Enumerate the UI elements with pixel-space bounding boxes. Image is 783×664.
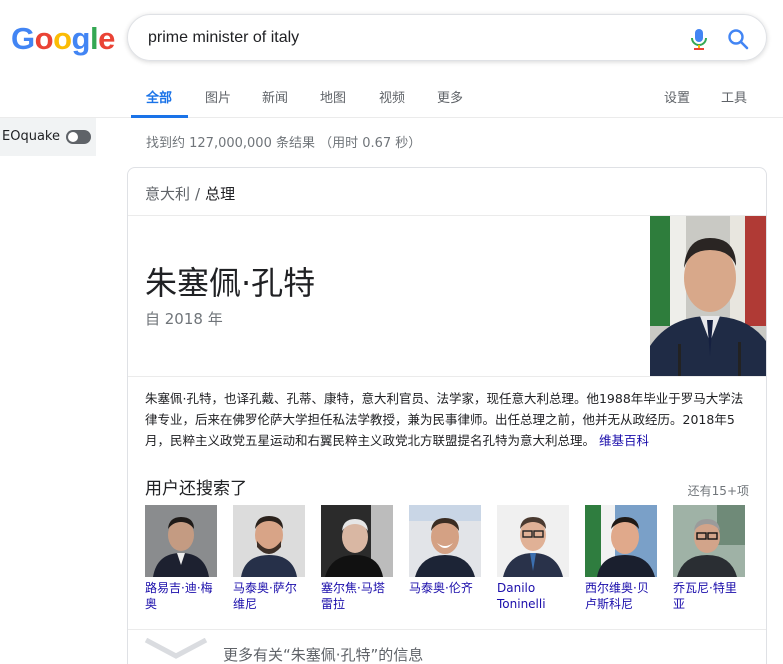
person-name[interactable]: 路易吉·迪·梅奥: [145, 580, 217, 612]
eoquake-plugin: EOquake: [0, 118, 96, 156]
toggle-knob: [68, 132, 78, 142]
logo-letter: G: [11, 21, 35, 56]
divider: [128, 629, 766, 630]
person-name[interactable]: 塞尔焦·马塔雷拉: [321, 580, 393, 612]
divider: [128, 376, 766, 377]
tab-all[interactable]: 全部: [146, 87, 172, 106]
tab-videos[interactable]: 视频: [379, 87, 405, 106]
person-photo: [409, 505, 481, 577]
breadcrumb: 意大利 / 总理: [145, 183, 235, 204]
tab-maps[interactable]: 地图: [320, 87, 346, 106]
eoquake-label: EOquake: [2, 129, 60, 144]
breadcrumb-parent[interactable]: 意大利: [145, 185, 190, 203]
person-photo: [673, 505, 745, 577]
tab-more[interactable]: 更多: [437, 87, 463, 106]
related-person[interactable]: 西尔维奥·贝卢斯科尼: [585, 505, 657, 612]
tab-settings[interactable]: 设置: [664, 87, 690, 106]
search-input[interactable]: [148, 27, 668, 49]
related-person[interactable]: 乔瓦尼·特里亚: [673, 505, 745, 612]
logo-letter: o: [53, 21, 72, 56]
entity-description: 朱塞佩·孔特，也译孔戴、孔蒂、康特，意大利官员、法学家，现任意大利总理。他198…: [145, 388, 751, 451]
microphone-icon[interactable]: [688, 27, 710, 51]
entity-title: 朱塞佩·孔特: [145, 264, 316, 302]
logo-letter: o: [34, 21, 54, 56]
person-photo: [585, 505, 657, 577]
person-photo: [321, 505, 393, 577]
person-name[interactable]: 马泰奥·萨尔维尼: [233, 580, 305, 612]
tab-images[interactable]: 图片: [205, 87, 231, 106]
entity-portrait[interactable]: [650, 216, 767, 376]
logo-letter: g: [71, 21, 91, 56]
search-icon[interactable]: [726, 27, 750, 51]
breadcrumb-separator: /: [195, 185, 201, 203]
person-photo: [497, 505, 569, 577]
person-photo: [145, 505, 217, 577]
chevron-down-icon[interactable]: [144, 638, 208, 660]
google-logo[interactable]: Google: [11, 21, 115, 57]
related-person[interactable]: 塞尔焦·马塔雷拉: [321, 505, 393, 612]
result-stats: 找到约 127,000,000 条结果 （用时 0.67 秒）: [146, 136, 422, 151]
related-searches-title: 用户还搜索了: [145, 479, 247, 499]
search-tabs: 全部 图片 新闻 地图 视频 更多 设置 工具: [0, 72, 783, 118]
knowledge-panel: 意大利 / 总理 朱塞佩·孔特 自 2018 年 朱塞佩·孔特，也译孔戴、孔蒂、康特…: [127, 167, 767, 664]
entity-subtitle: 自 2018 年: [145, 310, 223, 328]
person-name[interactable]: 马泰奥·伦齐: [409, 580, 481, 596]
tab-tools[interactable]: 工具: [721, 87, 747, 106]
person-name[interactable]: 乔瓦尼·特里亚: [673, 580, 745, 612]
person-name[interactable]: 西尔维奥·贝卢斯科尼: [585, 580, 657, 612]
related-person[interactable]: 路易吉·迪·梅奥: [145, 505, 217, 612]
related-person[interactable]: 马泰奥·萨尔维尼: [233, 505, 305, 612]
related-person[interactable]: Danilo Toninelli: [497, 505, 569, 612]
person-name[interactable]: Danilo Toninelli: [497, 580, 569, 612]
related-more-link[interactable]: 还有15+项: [688, 482, 749, 499]
logo-letter: e: [98, 21, 115, 56]
description-text: 朱塞佩·孔特，也译孔戴、孔蒂、康特，意大利官员、法学家，现任意大利总理。他198…: [145, 391, 744, 448]
related-person[interactable]: 马泰奥·伦齐: [409, 505, 481, 596]
search-box: [127, 14, 767, 61]
active-tab-indicator: [131, 115, 188, 118]
eoquake-toggle[interactable]: [66, 130, 91, 144]
logo-letter: l: [89, 21, 99, 56]
wikipedia-link[interactable]: 维基百科: [599, 433, 649, 448]
breadcrumb-current: 总理: [205, 185, 236, 203]
person-photo: [233, 505, 305, 577]
more-info-link[interactable]: 更多有关“朱塞佩·孔特”的信息: [223, 644, 423, 664]
tab-news[interactable]: 新闻: [262, 87, 288, 106]
